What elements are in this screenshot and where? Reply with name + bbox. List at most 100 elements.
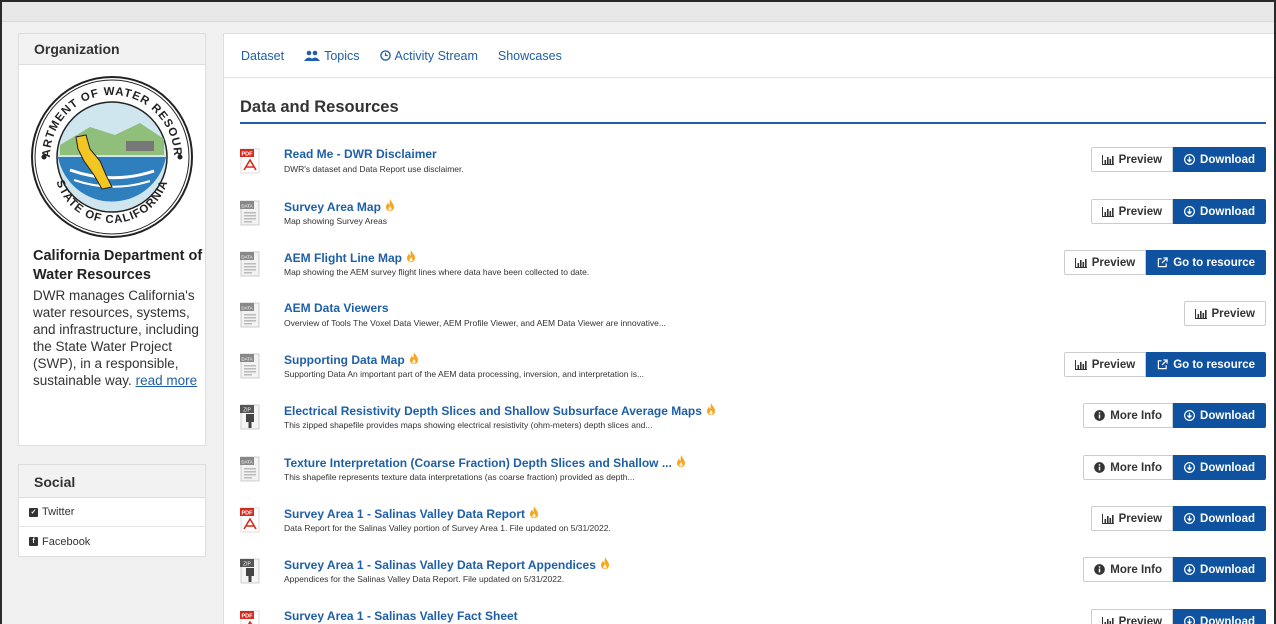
social-item-facebook[interactable]: f Facebook xyxy=(19,527,205,556)
preview-button[interactable]: Preview xyxy=(1090,506,1174,531)
download-button[interactable]: Download xyxy=(1173,455,1266,480)
resource-title-link[interactable]: AEM Data Viewers xyxy=(284,301,389,315)
resource-item: ZIP Electrical Resistivity Depth Slices a… xyxy=(240,399,1266,449)
preview-button[interactable]: Preview xyxy=(1063,352,1147,377)
zip-file-icon: ZIP xyxy=(240,404,260,430)
popular-flame-icon xyxy=(409,352,419,368)
resource-description: Data Report for the Salinas Valley porti… xyxy=(284,523,611,533)
svg-text:DATA: DATA xyxy=(241,255,252,260)
bar-chart-icon xyxy=(1074,257,1087,268)
preview-button[interactable]: Preview xyxy=(1063,250,1147,275)
resource-actions: More Info Download xyxy=(1083,403,1266,428)
organization-title: California Department of Water Resources xyxy=(33,248,203,283)
resource-actions: Preview Download xyxy=(1090,199,1266,224)
download-button[interactable]: Download xyxy=(1173,147,1266,172)
preview-button[interactable]: Preview xyxy=(1090,199,1174,224)
resource-description: DWR's dataset and Data Report use discla… xyxy=(284,164,464,174)
clock-icon xyxy=(379,50,391,61)
popular-flame-icon xyxy=(706,403,716,419)
resource-title-link[interactable]: Survey Area 1 - Salinas Valley Data Repo… xyxy=(284,506,539,522)
facebook-icon: f xyxy=(29,537,38,546)
social-item-label: Facebook xyxy=(42,535,91,548)
external-link-icon xyxy=(1157,359,1168,370)
svg-text:DATA: DATA xyxy=(241,306,252,311)
download-button[interactable]: Download xyxy=(1173,506,1266,531)
resource-description: This shapefile represents texture data i… xyxy=(284,472,635,482)
download-circle-icon xyxy=(1184,410,1196,421)
bar-chart-icon xyxy=(1101,154,1114,165)
popular-flame-icon xyxy=(600,557,610,573)
data-file-icon: DATA xyxy=(240,200,260,226)
popular-flame-icon xyxy=(406,250,416,266)
resource-description: Map showing the AEM survey flight lines … xyxy=(284,267,590,277)
resource-description: Supporting Data An important part of the… xyxy=(284,369,645,379)
preview-button[interactable]: Preview xyxy=(1183,301,1266,326)
resource-title-link[interactable]: Texture Interpretation (Coarse Fraction)… xyxy=(284,455,686,471)
go-to-resource-button[interactable]: Go to resource xyxy=(1146,250,1266,275)
resource-item: PDF Read Me - DWR Disclaimer DWR's dataset… xyxy=(240,143,1266,193)
tab-topics[interactable]: Topics xyxy=(304,49,360,63)
social-panel: Social ✓ Twitter f Facebook xyxy=(18,464,206,557)
bar-chart-icon xyxy=(1074,359,1087,370)
resource-actions: Preview Download xyxy=(1090,609,1266,624)
info-circle-icon xyxy=(1094,462,1106,473)
organization-heading: Organization xyxy=(19,34,205,65)
resource-title-link[interactable]: AEM Flight Line Map xyxy=(284,250,416,266)
info-circle-icon xyxy=(1094,410,1106,421)
download-circle-icon xyxy=(1184,616,1195,624)
data-file-icon: DATA xyxy=(240,456,260,482)
go-to-resource-button[interactable]: Go to resource xyxy=(1146,352,1266,377)
svg-text:PDF: PDF xyxy=(242,614,254,620)
download-button[interactable]: Download xyxy=(1173,609,1266,624)
more-info-button[interactable]: More Info xyxy=(1083,455,1174,480)
resource-item: PDF Survey Area 1 - Salinas Valley Fact S… xyxy=(240,605,1266,624)
bar-chart-icon xyxy=(1101,513,1114,524)
resource-actions: More Info Download xyxy=(1083,557,1266,582)
pdf-file-icon: PDF xyxy=(240,148,260,174)
browser-frame: Organization DEPARTMENT OF WATER RESOURC… xyxy=(0,0,1276,624)
resource-title-link[interactable]: Survey Area 1 - Salinas Valley Fact Shee… xyxy=(284,609,518,623)
resource-title-link[interactable]: Survey Area Map xyxy=(284,199,395,215)
users-icon xyxy=(304,50,321,61)
section-title: Data and Resources xyxy=(240,98,399,116)
resource-title-link[interactable]: Supporting Data Map xyxy=(284,352,419,368)
resource-title-link[interactable]: Survey Area 1 - Salinas Valley Data Repo… xyxy=(284,557,610,573)
data-file-icon: DATA xyxy=(240,302,260,328)
svg-text:PDF: PDF xyxy=(242,152,254,158)
zip-file-icon: ZIP xyxy=(240,558,260,584)
read-more-link[interactable]: read more xyxy=(136,373,198,388)
resource-item: DATA Texture Interpretation (Coarse Fract… xyxy=(240,451,1266,501)
download-button[interactable]: Download xyxy=(1173,403,1266,428)
download-circle-icon xyxy=(1184,564,1196,575)
tab-dataset[interactable]: Dataset xyxy=(241,49,284,63)
external-link-icon xyxy=(1157,257,1168,268)
organization-description: DWR manages California's water resources… xyxy=(33,288,199,388)
preview-button[interactable]: Preview xyxy=(1090,609,1174,624)
popular-flame-icon xyxy=(385,199,395,215)
download-circle-icon xyxy=(1184,462,1196,473)
more-info-button[interactable]: More Info xyxy=(1083,557,1174,582)
svg-text:DATA: DATA xyxy=(241,357,252,362)
resource-actions: Preview Download xyxy=(1090,147,1266,172)
download-circle-icon xyxy=(1184,513,1196,524)
tab-showcases[interactable]: Showcases xyxy=(498,49,562,63)
social-item-twitter[interactable]: ✓ Twitter xyxy=(19,498,205,527)
svg-text:DATA: DATA xyxy=(241,204,252,209)
preview-button[interactable]: Preview xyxy=(1090,147,1174,172)
twitter-icon: ✓ xyxy=(29,507,38,517)
resource-title-link[interactable]: Read Me - DWR Disclaimer xyxy=(284,147,437,161)
pdf-file-icon: PDF xyxy=(240,507,260,533)
resource-item: ZIP Survey Area 1 - Salinas Valley Data R… xyxy=(240,553,1266,603)
tab-activity-stream[interactable]: Activity Stream xyxy=(379,49,478,63)
popular-flame-icon xyxy=(529,506,539,522)
main-content: Dataset Topics Activity Stream Showcases… xyxy=(223,33,1274,624)
social-heading: Social xyxy=(19,465,205,498)
download-button[interactable]: Download xyxy=(1173,199,1266,224)
dataset-tabs: Dataset Topics Activity Stream Showcases xyxy=(224,34,1274,78)
page-top-strip xyxy=(2,2,1274,22)
more-info-button[interactable]: More Info xyxy=(1083,403,1174,428)
resource-actions: Preview xyxy=(1183,301,1266,326)
download-button[interactable]: Download xyxy=(1173,557,1266,582)
resource-actions: Preview Go to resource xyxy=(1063,352,1266,377)
resource-title-link[interactable]: Electrical Resistivity Depth Slices and … xyxy=(284,403,716,419)
